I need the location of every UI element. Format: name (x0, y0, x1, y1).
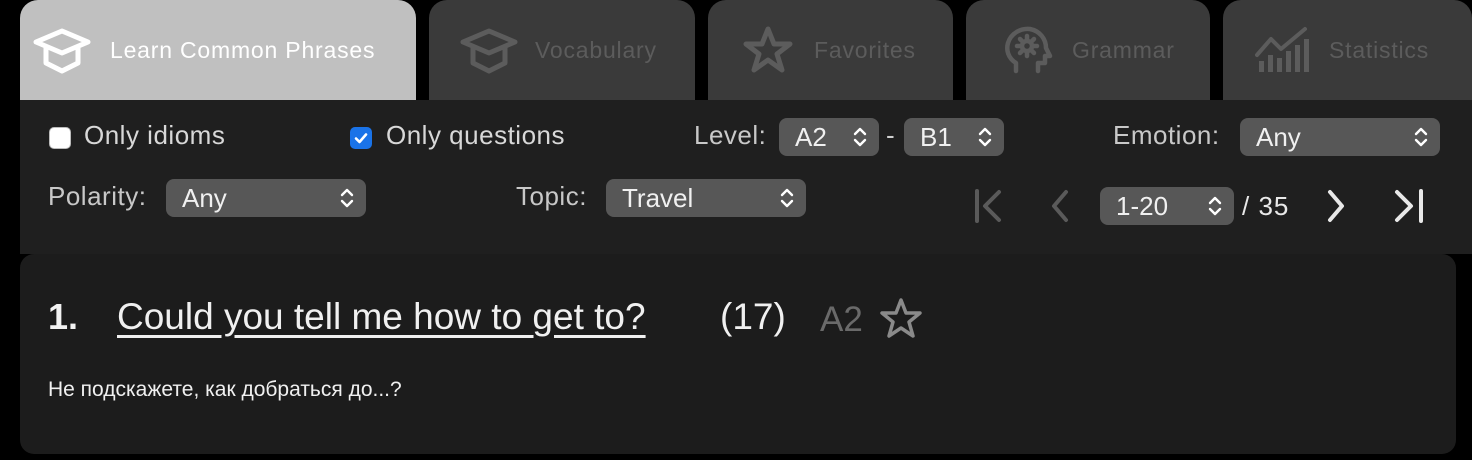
updown-caret-icon (853, 127, 867, 147)
level-to-value: B1 (920, 121, 952, 152)
only-questions-checkbox[interactable] (350, 127, 372, 149)
graduation-cap-icon (459, 25, 519, 75)
only-idioms-label: Only idioms (84, 120, 226, 150)
tab-favorites[interactable]: Favorites (708, 0, 953, 100)
tab-label: Favorites (814, 36, 916, 63)
phrase-count: (17) (720, 296, 786, 337)
tab-bar: Learn Common Phrases Vocabulary Favorite… (20, 0, 1472, 100)
topic-label: Topic: (516, 181, 587, 211)
emotion-value: Any (1256, 121, 1301, 152)
updown-caret-icon (340, 188, 354, 208)
tab-label: Learn Common Phrases (110, 36, 376, 63)
last-page-button[interactable] (1384, 186, 1434, 226)
tab-vocabulary[interactable]: Vocabulary (429, 0, 695, 100)
tab-label: Vocabulary (535, 36, 657, 63)
tab-label: Statistics (1329, 36, 1430, 63)
page-range-value: 1-20 (1116, 190, 1169, 221)
tab-learn-common-phrases[interactable]: Learn Common Phrases (20, 0, 416, 100)
chevron-right-icon (1328, 190, 1344, 222)
phrase-number: 1. (48, 296, 79, 337)
updown-caret-icon (978, 127, 992, 147)
favorite-star-icon[interactable] (878, 296, 924, 342)
topic-value: Travel (622, 182, 694, 213)
filter-toolbar: Only idioms Only questions Level: A2 - B… (20, 100, 1472, 254)
polarity-label: Polarity: (48, 181, 147, 211)
tab-grammar[interactable]: Grammar (966, 0, 1210, 100)
last-page-icon (1395, 189, 1423, 223)
page-total: / 35 (1242, 191, 1290, 221)
level-to-select[interactable]: B1 (904, 118, 1004, 156)
only-questions-label: Only questions (386, 120, 565, 150)
phrase-level-badge: A2 (820, 300, 863, 339)
graduation-cap-icon (32, 25, 92, 75)
polarity-value: Any (182, 182, 227, 213)
only-idioms-checkbox[interactable] (49, 127, 71, 149)
phrase-card: 1. Could you tell me how to get to? (17)… (20, 254, 1456, 454)
head-gear-icon (996, 25, 1056, 75)
previous-page-button[interactable] (1040, 186, 1080, 226)
updown-caret-icon (780, 188, 794, 208)
level-from-value: A2 (795, 121, 827, 152)
level-label: Level: (694, 120, 767, 150)
level-range-separator: - (886, 120, 895, 150)
updown-caret-icon (1208, 196, 1222, 216)
tab-label: Grammar (1072, 36, 1175, 63)
next-page-button[interactable] (1316, 186, 1356, 226)
star-icon (738, 25, 798, 75)
phrase-link[interactable]: Could you tell me how to get to? (117, 296, 646, 338)
emotion-select[interactable]: Any (1240, 118, 1440, 156)
level-from-select[interactable]: A2 (779, 118, 879, 156)
page-range-select[interactable]: 1-20 (1100, 187, 1234, 225)
emotion-label: Emotion: (1113, 120, 1220, 150)
polarity-select[interactable]: Any (166, 179, 366, 217)
tab-statistics[interactable]: Statistics (1223, 0, 1472, 100)
phrase-translation: Не подскажете, как добраться до...? (48, 378, 402, 401)
first-page-button[interactable] (964, 186, 1014, 226)
bar-chart-icon (1253, 25, 1313, 75)
chevron-left-icon (1052, 190, 1068, 222)
first-page-icon (975, 189, 1001, 223)
updown-caret-icon (1414, 127, 1428, 147)
topic-select[interactable]: Travel (606, 179, 806, 217)
checkmark-icon (354, 133, 368, 144)
